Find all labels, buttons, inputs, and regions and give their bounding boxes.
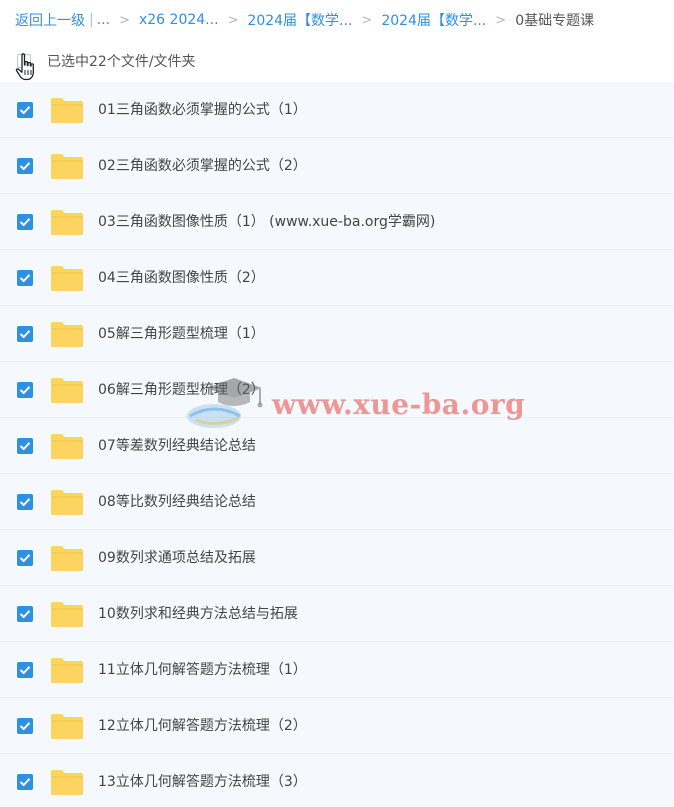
file-name[interactable]: 04三角函数图像性质（2） <box>98 250 265 306</box>
check-icon <box>19 722 31 731</box>
chevron-right-icon: > <box>361 12 373 28</box>
check-icon <box>19 218 31 227</box>
check-icon <box>19 442 31 451</box>
check-icon <box>19 778 31 787</box>
hand-pointer-icon <box>15 53 34 81</box>
file-name[interactable]: 08等比数列经典结论总结 <box>98 474 256 530</box>
file-name[interactable]: 06解三角形题型梳理（2） <box>98 362 265 418</box>
folder-icon <box>51 98 83 123</box>
folder-icon <box>51 546 83 571</box>
chevron-right-icon: > <box>119 12 130 28</box>
folder-icon <box>51 714 83 739</box>
file-name[interactable]: 07等差数列经典结论总结 <box>98 418 256 474</box>
file-checkbox[interactable] <box>17 718 33 734</box>
file-row[interactable]: 02三角函数必须掌握的公式（2） <box>0 138 674 194</box>
breadcrumb-item[interactable]: x26 2024... <box>139 12 219 28</box>
file-row[interactable]: 13立体几何解答题方法梳理（3） <box>0 754 674 807</box>
file-row[interactable]: 09数列求通项总结及拓展 <box>0 530 674 586</box>
check-icon <box>19 162 31 171</box>
breadcrumb-divider: | <box>89 12 94 28</box>
file-name[interactable]: 12立体几何解答题方法梳理（2） <box>98 698 307 754</box>
folder-icon <box>51 154 83 179</box>
back-link[interactable]: 返回上一级 <box>15 10 85 30</box>
folder-icon <box>51 770 83 795</box>
file-row[interactable]: 08等比数列经典结论总结 <box>0 474 674 530</box>
file-row[interactable]: 07等差数列经典结论总结 <box>0 418 674 474</box>
file-row[interactable]: 11立体几何解答题方法梳理（1） <box>0 642 674 698</box>
file-checkbox[interactable] <box>17 270 33 286</box>
file-checkbox[interactable] <box>17 326 33 342</box>
folder-icon <box>51 602 83 627</box>
file-name[interactable]: 11立体几何解答题方法梳理（1） <box>98 642 307 698</box>
file-row[interactable]: 01三角函数必须掌握的公式（1） <box>0 82 674 138</box>
file-checkbox[interactable] <box>17 606 33 622</box>
file-name[interactable]: 10数列求和经典方法总结与拓展 <box>98 586 298 642</box>
breadcrumb-item[interactable]: 2024届【数学... <box>247 10 352 30</box>
file-name[interactable]: 13立体几何解答题方法梳理（3） <box>98 754 307 807</box>
file-row[interactable]: 06解三角形题型梳理（2） <box>0 362 674 418</box>
file-row[interactable]: 10数列求和经典方法总结与拓展 <box>0 586 674 642</box>
chevron-right-icon: > <box>227 12 239 28</box>
folder-icon <box>51 322 83 347</box>
breadcrumb-ellipsis[interactable]: ... <box>97 12 110 28</box>
folder-icon <box>51 210 83 235</box>
file-row[interactable]: 05解三角形题型梳理（1） <box>0 306 674 362</box>
check-icon <box>19 554 31 563</box>
breadcrumb-item[interactable]: 2024届【数学... <box>381 10 486 30</box>
check-icon <box>19 610 31 619</box>
chevron-right-icon: > <box>495 12 507 28</box>
file-name[interactable]: 05解三角形题型梳理（1） <box>98 306 265 362</box>
check-icon <box>19 106 31 115</box>
folder-icon <box>51 658 83 683</box>
file-checkbox[interactable] <box>17 438 33 454</box>
file-checkbox[interactable] <box>17 158 33 174</box>
file-checkbox[interactable] <box>17 214 33 230</box>
file-name[interactable]: 02三角函数必须掌握的公式（2） <box>98 138 307 194</box>
check-icon <box>19 666 31 675</box>
file-row[interactable]: 12立体几何解答题方法梳理（2） <box>0 698 674 754</box>
selection-header: 已选中22个文件/文件夹 <box>0 40 674 82</box>
file-list: 01三角函数必须掌握的公式（1） 02三角函数必须掌握的公式（2） 03三角函数… <box>0 82 674 807</box>
check-icon <box>19 498 31 507</box>
file-checkbox[interactable] <box>17 102 33 118</box>
folder-icon <box>51 490 83 515</box>
file-name[interactable]: 01三角函数必须掌握的公式（1） <box>98 82 307 138</box>
folder-icon <box>51 434 83 459</box>
file-name[interactable]: 09数列求通项总结及拓展 <box>98 530 256 586</box>
file-browser: 返回上一级 | ... > x26 2024... > 2024届【数学... … <box>0 0 674 807</box>
breadcrumb-current: 0基础专题课 <box>515 13 595 29</box>
check-icon <box>19 330 31 339</box>
file-checkbox[interactable] <box>17 494 33 510</box>
file-row[interactable]: 03三角函数图像性质（1） (www.xue-ba.org学霸网) <box>0 194 674 250</box>
file-checkbox[interactable] <box>17 550 33 566</box>
file-name[interactable]: 03三角函数图像性质（1） (www.xue-ba.org学霸网) <box>98 194 435 250</box>
folder-icon <box>51 378 83 403</box>
file-checkbox[interactable] <box>17 382 33 398</box>
file-checkbox[interactable] <box>17 662 33 678</box>
selection-count: 已选中22个文件/文件夹 <box>47 54 196 70</box>
check-icon <box>19 274 31 283</box>
file-row[interactable]: 04三角函数图像性质（2） <box>0 250 674 306</box>
folder-icon <box>51 266 83 291</box>
breadcrumb: 返回上一级 | ... > x26 2024... > 2024届【数学... … <box>0 0 674 40</box>
check-icon <box>19 386 31 395</box>
file-checkbox[interactable] <box>17 774 33 790</box>
